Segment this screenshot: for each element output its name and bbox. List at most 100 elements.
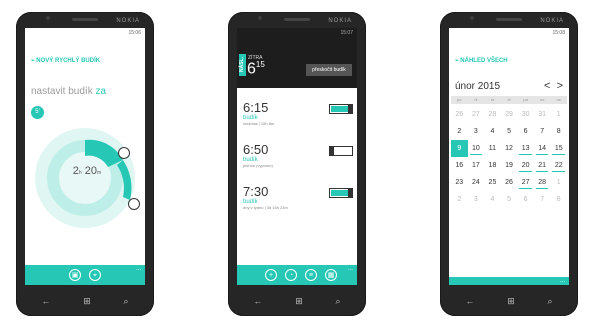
minutes-badge[interactable]: 5' <box>31 106 44 119</box>
search-icon[interactable]: ⌕ <box>548 296 553 307</box>
search-icon[interactable]: ⌕ <box>124 296 129 307</box>
search-icon[interactable]: ⌕ <box>336 296 341 307</box>
calendar-day[interactable]: 8 <box>550 123 567 140</box>
calendar-day[interactable]: 23 <box>451 174 468 191</box>
weekday-label: so <box>540 97 545 102</box>
calendar-week: 2345678 <box>451 191 567 208</box>
hardware-buttons: ← ⊞ ⌕ <box>25 292 145 310</box>
calendar-day[interactable]: 6 <box>517 123 534 140</box>
calendar-day[interactable]: 15 <box>550 140 567 157</box>
skip-alarm-button[interactable]: přeskočit budík <box>306 64 352 76</box>
calendar-day[interactable]: 19 <box>501 157 518 174</box>
app-bar: ▣ ⌖ ... <box>25 265 145 285</box>
calendar-grid: 26 27 28 29 30 31 1 2 3 4 5 6 7 8 9 10 11 12 13 14 15 16 17 18 1… <box>451 106 567 208</box>
back-icon[interactable]: ← <box>253 296 262 306</box>
calendar-day[interactable]: 22 <box>550 157 567 174</box>
dial-time: 2h 20m <box>72 165 102 177</box>
status-time: 15:06 <box>128 30 141 36</box>
alarm-toggle-on[interactable] <box>329 104 353 114</box>
weekday-header: po út st čt pá so ne <box>451 96 567 104</box>
add-icon[interactable]: + <box>265 269 277 281</box>
pin-icon[interactable]: ⌖ <box>89 269 101 281</box>
more-icon[interactable]: ... <box>348 266 353 272</box>
page-title: ⌁ NOVÝ RYCHLÝ BUDÍK <box>31 58 101 64</box>
calendar-day[interactable]: 5 <box>501 123 518 140</box>
windows-icon[interactable]: ⊞ <box>83 296 91 307</box>
hardware-buttons: ← ⊞ ⌕ <box>237 292 357 310</box>
weekday-label: po <box>457 97 462 102</box>
alarm-item[interactable]: 6:50 budík jednou (vypnuto) <box>243 142 273 168</box>
calendar-day[interactable]: 5 <box>501 191 518 208</box>
screen: 15:08 ⌁ NÁHLED VŠECH únor 2015 < > po út s… <box>449 28 569 285</box>
calendar-day[interactable]: 21 <box>534 157 551 174</box>
calendar-day[interactable]: 18 <box>484 157 501 174</box>
list-icon[interactable]: ≡ <box>305 269 317 281</box>
back-icon[interactable]: ← <box>465 296 474 306</box>
calendar-day[interactable]: 26 <box>501 174 518 191</box>
alarm-toggle-off[interactable] <box>329 146 353 156</box>
save-icon[interactable]: ▣ <box>69 269 81 281</box>
chevron-left-icon[interactable]: < <box>544 80 550 92</box>
calendar-week: 16 17 18 19 20 21 22 <box>451 157 567 174</box>
alarm-item[interactable]: 6:15 budík mezičas | 15h 8m <box>243 100 274 126</box>
brand-logo: NOKIA <box>540 18 564 24</box>
weekday-label: čt <box>507 97 511 102</box>
calendar-day[interactable]: 30 <box>517 106 534 123</box>
calendar-day[interactable]: 31 <box>534 106 551 123</box>
calendar-day[interactable]: 28 <box>484 106 501 123</box>
calendar-day[interactable]: 17 <box>468 157 485 174</box>
alarm-item[interactable]: 7:30 budík dny v týdnu | 3d 16h 23m <box>243 184 288 210</box>
calendar-week: 9 10 11 12 13 14 15 <box>451 140 567 157</box>
set-alarm-prompt: nastavit budík za <box>31 86 107 97</box>
calendar-day[interactable]: 11 <box>484 140 501 157</box>
month-label: únor 2015 <box>455 81 501 92</box>
calendar-week: 23 24 25 26 27 28 1 <box>451 174 567 191</box>
calendar-day[interactable]: 29 <box>501 106 518 123</box>
calendar-day[interactable]: 8 <box>550 191 567 208</box>
calendar-day[interactable]: 16 <box>451 157 468 174</box>
calendar-day[interactable]: 12 <box>501 140 518 157</box>
phone-3: NOKIA 15:08 ⌁ NÁHLED VŠECH únor 2015 < >… <box>440 12 578 316</box>
calendar-day[interactable]: 7 <box>534 191 551 208</box>
weekday-label: st <box>490 97 494 102</box>
calendar-day[interactable]: 28 <box>534 174 551 191</box>
windows-icon[interactable]: ⊞ <box>295 296 303 307</box>
calendar-day[interactable]: 20 <box>517 157 534 174</box>
calendar-day[interactable]: 13 <box>517 140 534 157</box>
calendar-day[interactable]: 25 <box>484 174 501 191</box>
app-bar: ... <box>449 277 569 285</box>
time-dial[interactable] <box>25 120 145 240</box>
calendar-day[interactable]: 27 <box>468 106 485 123</box>
calendar-day[interactable]: 27 <box>517 174 534 191</box>
back-icon[interactable]: ← <box>41 296 50 306</box>
more-icon[interactable]: ... <box>560 278 565 284</box>
calendar-week: 26 27 28 29 30 31 1 <box>451 106 567 123</box>
alarm-icon[interactable]: ◔ <box>285 269 297 281</box>
screen: 15:07 NÁSL. ZÍTRA 615 přeskočit budík 6:… <box>237 28 357 285</box>
chevron-right-icon[interactable]: > <box>557 80 563 92</box>
alarm-toggle-on[interactable] <box>329 188 353 198</box>
calendar-day[interactable]: 3 <box>468 191 485 208</box>
calendar-day[interactable]: 6 <box>517 191 534 208</box>
phone-2: NOKIA 15:07 NÁSL. ZÍTRA 615 přeskočit bu… <box>228 12 366 316</box>
calendar-week: 2345678 <box>451 123 567 140</box>
more-icon[interactable]: ... <box>136 266 141 272</box>
calendar-day[interactable]: 24 <box>468 174 485 191</box>
calendar-day[interactable]: 14 <box>534 140 551 157</box>
calendar-day[interactable]: 7 <box>534 123 551 140</box>
calendar-icon[interactable]: ▦ <box>325 269 337 281</box>
windows-icon[interactable]: ⊞ <box>507 296 515 307</box>
calendar-day[interactable]: 1 <box>550 106 567 123</box>
hardware-buttons: ← ⊞ ⌕ <box>449 292 569 310</box>
camera <box>46 16 50 20</box>
calendar-day[interactable]: 26 <box>451 106 468 123</box>
calendar-day[interactable]: 4 <box>484 191 501 208</box>
calendar-day[interactable]: 4 <box>484 123 501 140</box>
calendar-day[interactable]: 1 <box>550 174 567 191</box>
calendar-day-today[interactable]: 9 <box>451 140 468 157</box>
calendar-day[interactable]: 2 <box>451 191 468 208</box>
speaker <box>284 18 310 21</box>
calendar-day[interactable]: 3 <box>468 123 485 140</box>
calendar-day[interactable]: 10 <box>468 140 485 157</box>
calendar-day[interactable]: 2 <box>451 123 468 140</box>
